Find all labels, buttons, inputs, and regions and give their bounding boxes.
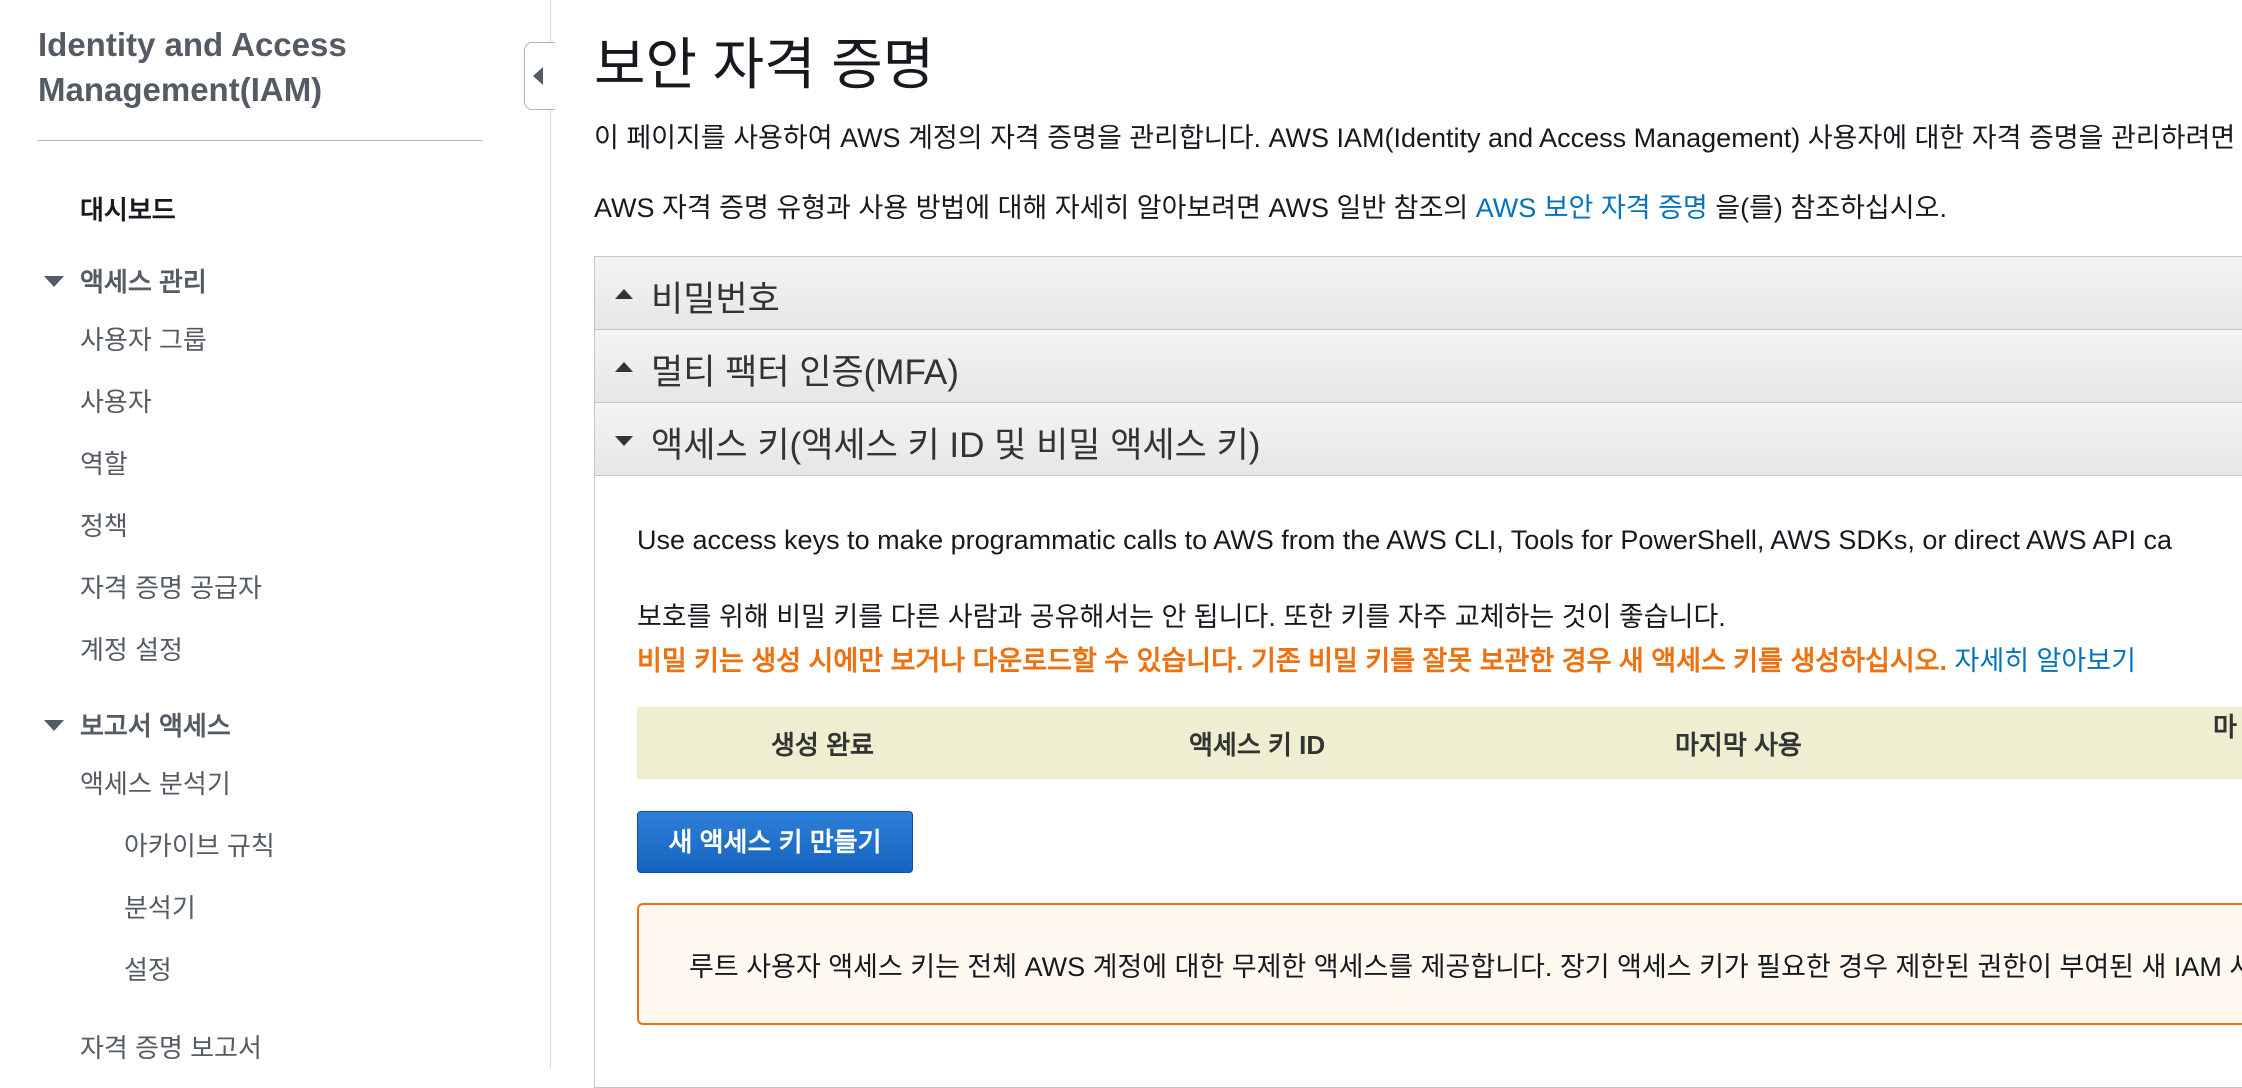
caret-down-icon bbox=[615, 436, 633, 446]
root-key-notice-text: 루트 사용자 액세스 키는 전체 AWS 계정에 대한 무제한 액세스를 제공합… bbox=[689, 952, 2242, 982]
caret-up-icon bbox=[615, 362, 633, 372]
access-keys-protect-text: 보호를 위해 비밀 키를 다른 사람과 공유해서는 안 됩니다. 또한 키를 자… bbox=[637, 602, 1726, 632]
caret-down-icon[interactable] bbox=[44, 720, 64, 731]
access-keys-table-header: 생성 완료 액세스 키 ID 마지막 사용 마 bbox=[637, 707, 2242, 779]
section-password-label: 비밀번호 bbox=[651, 280, 780, 319]
column-access-key-id[interactable]: 액세스 키 ID bbox=[1189, 725, 1325, 762]
create-access-key-button[interactable]: 새 액세스 키 만들기 bbox=[637, 811, 913, 873]
root-key-notice: 루트 사용자 액세스 키는 전체 AWS 계정에 대한 무제한 액세스를 제공합… bbox=[637, 903, 2242, 1025]
sidebar-item-analyzers[interactable]: 분석기 bbox=[124, 888, 196, 925]
sidebar-item-analyzer-settings[interactable]: 설정 bbox=[124, 950, 172, 987]
sidebar-item-policies[interactable]: 정책 bbox=[80, 506, 128, 543]
intro-text: 이 페이지를 사용하여 AWS 계정의 자격 증명을 관리합니다. AWS IA… bbox=[594, 123, 2236, 153]
sidebar-item-users[interactable]: 사용자 bbox=[80, 382, 152, 419]
sidebar-item-account-settings[interactable]: 계정 설정 bbox=[80, 630, 183, 667]
section-access-keys-header[interactable]: 액세스 키(액세스 키 ID 및 비밀 액세스 키) bbox=[595, 403, 2242, 476]
section-password-header[interactable]: 비밀번호 bbox=[595, 257, 2242, 330]
sidebar-item-archive-rules[interactable]: 아카이브 규칙 bbox=[124, 826, 275, 863]
sidebar-section-report-access[interactable]: 보고서 액세스 bbox=[80, 706, 231, 743]
sidebar: Identity and Access Management(IAM) 대시보드… bbox=[0, 0, 551, 1068]
column-truncated[interactable]: 마 bbox=[2213, 707, 2237, 744]
access-keys-description: Use access keys to make programmatic cal… bbox=[637, 525, 2173, 555]
caret-up-icon bbox=[615, 289, 633, 299]
sidebar-item-access-analyzer[interactable]: 액세스 분석기 bbox=[80, 764, 231, 801]
caret-down-icon[interactable] bbox=[44, 276, 64, 287]
section-mfa-label: 멀티 팩터 인증(MFA) bbox=[651, 353, 959, 392]
section-access-keys-label: 액세스 키(액세스 키 ID 및 비밀 액세스 키) bbox=[651, 426, 1261, 465]
access-keys-warning: 비밀 키는 생성 시에만 보거나 다운로드할 수 있습니다. 기존 비밀 키를 … bbox=[637, 639, 2136, 678]
credentials-panel: 비밀번호 멀티 팩터 인증(MFA) 액세스 키(액세스 키 ID 및 비밀 액… bbox=[594, 256, 2242, 1088]
intro-reference-prefix: AWS 자격 증명 유형과 사용 방법에 대해 자세히 알아보려면 AWS 일반… bbox=[594, 193, 1476, 223]
learn-more-link[interactable]: 자세히 알아보기 bbox=[1955, 646, 2136, 676]
sidebar-item-roles[interactable]: 역할 bbox=[80, 444, 128, 481]
sidebar-item-dashboard[interactable]: 대시보드 bbox=[80, 190, 176, 227]
sidebar-item-user-groups[interactable]: 사용자 그룹 bbox=[80, 320, 207, 357]
sidebar-item-identity-providers[interactable]: 자격 증명 공급자 bbox=[80, 568, 262, 605]
intro-reference-text: AWS 자격 증명 유형과 사용 방법에 대해 자세히 알아보려면 AWS 일반… bbox=[594, 186, 1947, 225]
column-last-used[interactable]: 마지막 사용 bbox=[1675, 725, 1802, 762]
sidebar-divider bbox=[38, 140, 482, 141]
intro-reference-suffix: 을(를) 참조하십시오. bbox=[1707, 193, 1947, 223]
main-content: 보안 자격 증명 이 페이지를 사용하여 AWS 계정의 자격 증명을 관리합니… bbox=[594, 0, 2242, 1088]
section-mfa-header[interactable]: 멀티 팩터 인증(MFA) bbox=[595, 330, 2242, 403]
page-title: 보안 자격 증명 bbox=[594, 33, 935, 96]
sidebar-title: Identity and Access Management(IAM) bbox=[38, 26, 347, 108]
access-keys-warning-text: 비밀 키는 생성 시에만 보거나 다운로드할 수 있습니다. 기존 비밀 키를 … bbox=[637, 646, 1948, 676]
aws-security-credentials-link[interactable]: AWS 보안 자격 증명 bbox=[1476, 193, 1708, 223]
column-created[interactable]: 생성 완료 bbox=[771, 725, 874, 762]
caret-left-icon bbox=[533, 67, 543, 85]
collapse-sidebar-button[interactable] bbox=[524, 42, 555, 110]
sidebar-section-access-management[interactable]: 액세스 관리 bbox=[80, 262, 207, 299]
sidebar-item-credential-report[interactable]: 자격 증명 보고서 bbox=[80, 1028, 262, 1065]
